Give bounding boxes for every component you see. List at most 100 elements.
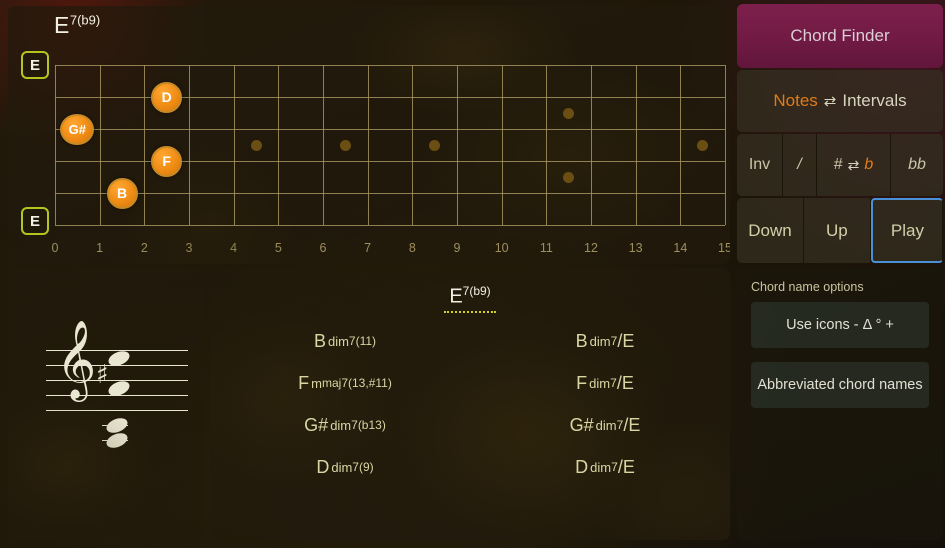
- abbreviated-chord-names-button[interactable]: Abbreviated chord names: [751, 362, 929, 408]
- swap-icon: ⇄: [847, 156, 860, 173]
- fret-number: 13: [628, 241, 643, 255]
- swap-icon: ⇄: [823, 93, 837, 110]
- fret-inlay-marker: [563, 107, 575, 119]
- chord-name-item[interactable]: Fm maj7(13,#11): [210, 362, 480, 404]
- chord-name-quality: dim: [589, 375, 611, 391]
- chord-name-item[interactable]: Ddim 7(9): [210, 446, 480, 488]
- sharp-label: #: [833, 156, 843, 173]
- fretboard-chord-root: E: [54, 12, 70, 38]
- fret-line: [278, 65, 280, 225]
- open-string-label-top[interactable]: E: [21, 51, 49, 79]
- inversion-button[interactable]: Inv: [737, 134, 783, 196]
- fretboard-chord-quality: 7(b9): [69, 12, 101, 28]
- fret-line: [546, 65, 548, 225]
- chord-names-left-column: Bdim 7(11) Fm maj7(13,#11) G# dim 7(b13) Ddim 7(…: [210, 320, 480, 488]
- flat-label: b: [864, 156, 874, 173]
- chord-name-root: B: [313, 330, 326, 351]
- slash-chord-button[interactable]: /: [783, 134, 817, 196]
- chord-name-extension: 7: [616, 418, 624, 432]
- chord-name-root: D: [575, 456, 589, 477]
- notes-label: Notes: [773, 91, 818, 110]
- chord-name-item[interactable]: G# dim 7/E: [480, 404, 730, 446]
- chord-name-quality: m: [311, 375, 322, 391]
- chord-name-root: D: [316, 456, 330, 477]
- fret-number: 3: [185, 241, 193, 255]
- chord-names-right-column: Bdim 7/E Fdim 7/E G# dim 7/E Ddim 7/E: [480, 320, 730, 488]
- down-button[interactable]: Down: [737, 198, 804, 263]
- fretboard-note-marker[interactable]: D: [151, 81, 183, 113]
- chord-name-item[interactable]: Bdim 7(11): [210, 320, 480, 362]
- fret-inlay-marker: [429, 139, 441, 151]
- fret-number: 0: [51, 241, 59, 255]
- chord-names-title-root: E: [449, 285, 463, 308]
- chord-name-extension: 7(9): [352, 460, 374, 474]
- fret-line: [189, 65, 190, 225]
- chord-finder-button[interactable]: Chord Finder: [737, 4, 943, 68]
- fret-number: 1: [96, 241, 104, 255]
- chord-name-item[interactable]: Bdim 7/E: [480, 320, 730, 362]
- chord-name-item[interactable]: Fdim 7/E: [480, 362, 730, 404]
- chord-title-underline: [444, 310, 496, 313]
- chord-name-extension: 7: [611, 460, 618, 474]
- open-string-label-bottom[interactable]: E: [21, 207, 49, 235]
- fret-line: [367, 65, 369, 225]
- chord-names-title-sup: 7(b9): [462, 284, 491, 298]
- fretboard-grid[interactable]: D G# F B: [55, 65, 726, 226]
- fret-line: [725, 65, 726, 225]
- sharp-accidental-icon: ♯: [96, 360, 109, 390]
- string-line: [55, 193, 725, 194]
- fret-line: [233, 65, 235, 225]
- transport-button-row: Down Up Play: [737, 198, 944, 263]
- chord-name-bass: /E: [617, 330, 635, 351]
- fretboard-panel[interactable]: E7(b9) E E D G# F B 0 1 2 3 4 5 6 7 8 9 10 11 12 13 14 15: [8, 6, 730, 264]
- fret-inlay-marker: [250, 139, 262, 151]
- chord-name-quality: dim: [327, 333, 349, 349]
- sharp-flat-toggle-button[interactable]: # ⇄ b: [817, 134, 891, 196]
- up-button[interactable]: Up: [803, 198, 871, 263]
- fret-line: [635, 65, 637, 225]
- fret-number: 15: [718, 241, 730, 255]
- chord-name-extension: maj7(13,#11): [322, 376, 392, 390]
- chord-names-title: E7(b9): [210, 284, 730, 313]
- fret-line: [457, 65, 458, 225]
- intervals-label: Intervals: [842, 91, 907, 110]
- chord-name-quality: dim: [589, 333, 611, 349]
- chord-name-options-panel: Chord name options Use icons - Δ ° + Abb…: [737, 268, 943, 540]
- fret-line: [680, 65, 682, 225]
- fret-inlay-marker: [339, 139, 351, 151]
- chord-name-quality: dim: [330, 417, 352, 433]
- use-icons-button[interactable]: Use icons - Δ ° +: [751, 302, 929, 348]
- fretboard-note-marker[interactable]: B: [106, 177, 138, 209]
- chord-name-root: F: [298, 372, 310, 393]
- fretboard-note-marker[interactable]: G#: [60, 113, 95, 145]
- fret-number: 7: [364, 241, 372, 255]
- chord-name-quality: dim: [331, 459, 353, 475]
- fretboard-note-marker[interactable]: F: [151, 145, 183, 177]
- chord-name-root: G#: [304, 414, 329, 435]
- string-line: [55, 225, 725, 226]
- fretboard-chord-title: E7(b9): [54, 12, 100, 39]
- fret-number: 6: [319, 241, 327, 255]
- double-flat-button[interactable]: bb: [891, 134, 943, 196]
- notes-intervals-toggle[interactable]: Notes ⇄ Intervals: [737, 70, 943, 132]
- fret-line: [591, 65, 592, 225]
- fret-line: [99, 65, 101, 225]
- fret-line: [323, 65, 324, 225]
- notation-panel[interactable]: 𝄞 ♯: [8, 268, 204, 540]
- music-staff: 𝄞 ♯: [46, 326, 188, 451]
- fret-number: 10: [494, 241, 509, 255]
- play-button[interactable]: Play: [870, 198, 944, 263]
- fret-number: 11: [539, 241, 553, 255]
- chord-name-bass: /E: [616, 372, 634, 393]
- chord-name-bass: /E: [617, 456, 635, 477]
- chord-name-item[interactable]: Ddim 7/E: [480, 446, 730, 488]
- fret-line: [501, 65, 503, 225]
- fret-number: 2: [140, 241, 148, 255]
- fret-number: 5: [274, 241, 282, 255]
- chord-finder-app: E7(b9) E E D G# F B 0 1 2 3 4 5 6 7 8 9 10 11 12 13 14 15 …: [0, 0, 945, 548]
- chord-name-bass: /E: [623, 414, 641, 435]
- chord-name-extension: 7(11): [348, 334, 377, 348]
- fret-number: 8: [408, 241, 416, 255]
- chord-name-item[interactable]: G# dim 7(b13): [210, 404, 480, 446]
- chord-name-quality: dim: [590, 459, 612, 475]
